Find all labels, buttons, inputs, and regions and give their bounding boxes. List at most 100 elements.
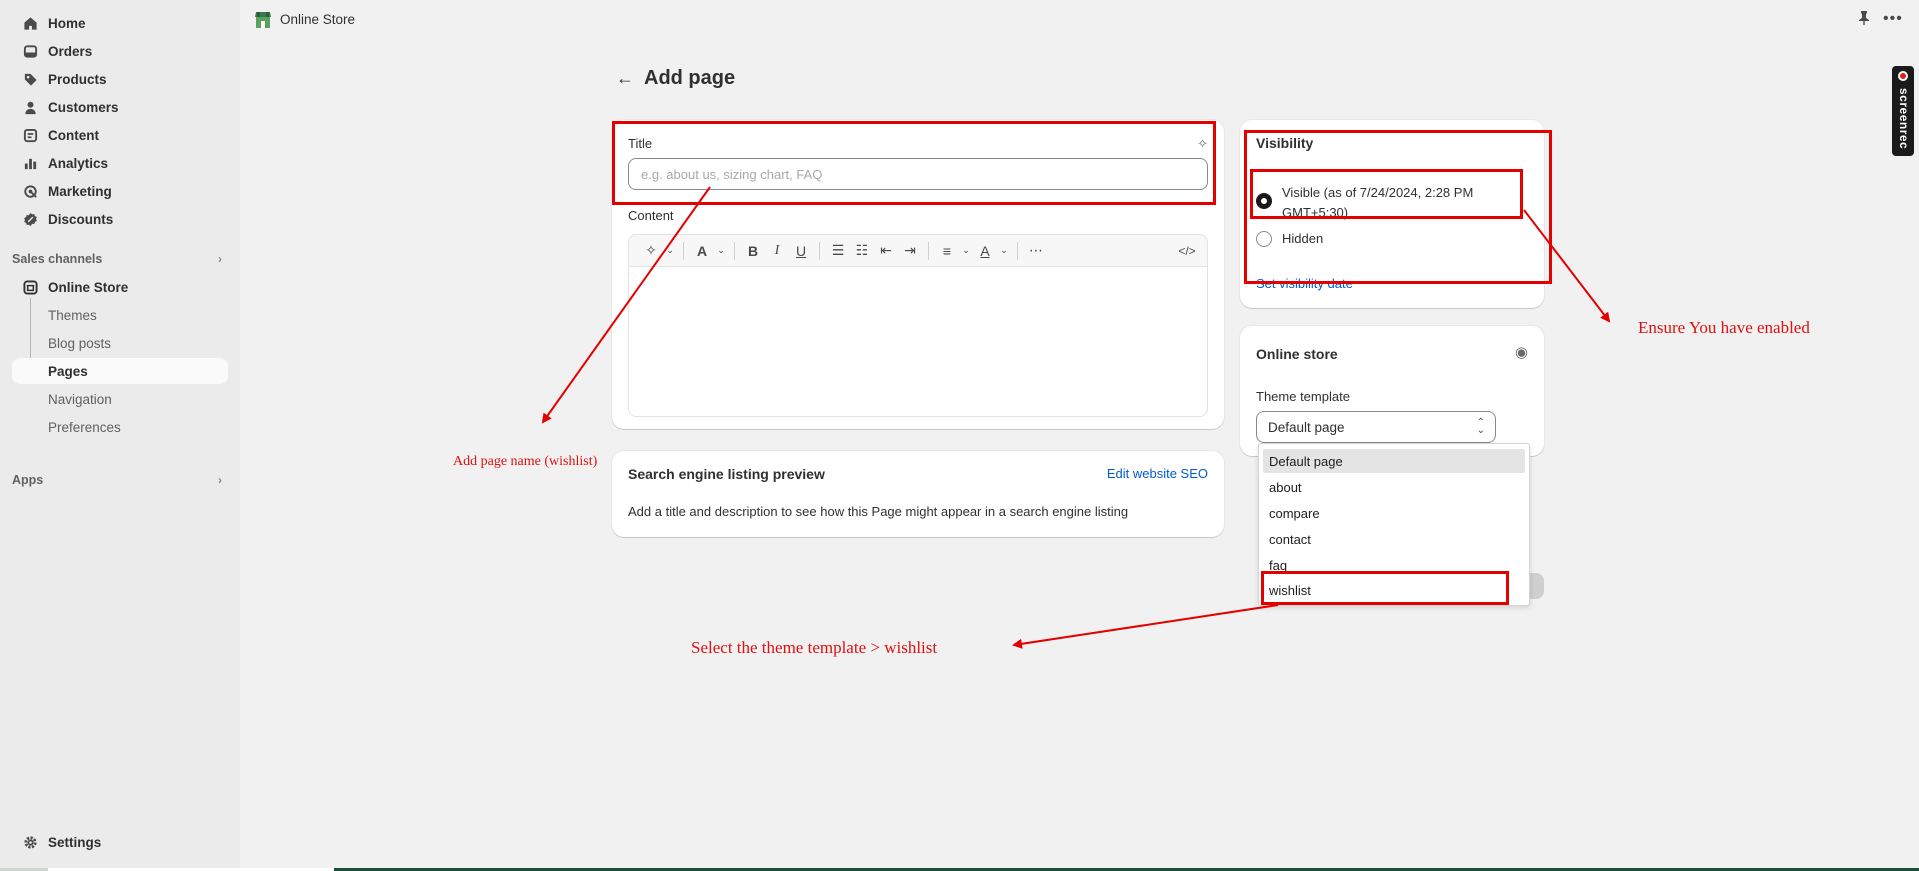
content-icon — [12, 128, 48, 143]
sidebar-item-online-store[interactable]: Online Store — [12, 274, 228, 300]
annotation-page-name: Add page name (wishlist) — [453, 454, 598, 469]
outdent-icon[interactable]: ⇤ — [874, 242, 898, 259]
more-horizontal-icon[interactable]: ⋯ — [1024, 242, 1048, 259]
online-store-logo-icon — [255, 12, 271, 28]
sidebar-sub-themes[interactable]: Themes — [12, 302, 228, 328]
topbar: Online Store ••• — [240, 0, 1919, 40]
sparkle-icon[interactable]: ✧ — [1197, 136, 1208, 152]
sidebar-item-label: Marketing — [48, 183, 112, 199]
hidden-radio[interactable] — [1256, 231, 1272, 247]
content-label: Content — [628, 208, 674, 223]
sidebar-sub-navigation[interactable]: Navigation — [12, 386, 228, 412]
sidebar-item-label: Online Store — [48, 279, 129, 295]
visibility-heading: Visibility — [1256, 135, 1314, 151]
theme-template-select[interactable]: Default page ⌃ ⌄ — [1256, 411, 1496, 443]
discount-icon — [12, 212, 48, 227]
target-icon — [12, 184, 48, 199]
visible-label-line2: GMT+5:30) — [1282, 205, 1349, 220]
sidebar-item-marketing[interactable]: Marketing — [12, 178, 228, 204]
sidebar-item-label: Settings — [48, 834, 102, 850]
page-title: Add page — [644, 67, 736, 89]
editor-toolbar: ✧ ⌄ A ⌄ B I U ☰ ☷ ⇤ ⇥ ≡ ⌄ A ⌄ ⋯ </> — [628, 234, 1208, 267]
theme-template-value: Default page — [1268, 419, 1345, 435]
sidebar-item-analytics[interactable]: Analytics — [12, 150, 228, 176]
sidebar-item-discounts[interactable]: Discounts — [12, 206, 228, 232]
sidebar-item-customers[interactable]: Customers — [12, 94, 228, 120]
screenrec-text: screenrec — [1897, 88, 1911, 150]
theme-template-dropdown: Default page about compare contact faq w… — [1258, 443, 1530, 606]
divider — [928, 241, 929, 260]
text-color-icon[interactable]: A — [973, 243, 997, 259]
apps-label: Apps — [12, 473, 44, 487]
indent-icon[interactable]: ⇥ — [898, 242, 922, 259]
chevron-down-icon[interactable]: ⌄ — [663, 245, 677, 256]
divider — [819, 241, 820, 260]
screenrec-watermark: screenrec — [1892, 66, 1914, 156]
annotation-template: Select the theme template > wishlist — [691, 638, 938, 657]
annotation-enabled: Ensure You have enabled — [1638, 318, 1810, 337]
visible-label: Visible (as of 7/24/2024, 2:28 PM GMT+5:… — [1282, 183, 1473, 223]
orders-icon — [12, 44, 48, 59]
magic-icon[interactable]: ✧ — [639, 242, 663, 259]
bold-icon[interactable]: B — [741, 243, 765, 259]
title-content-card: Title ✧ Content ✧ ⌄ A ⌄ B I U ☰ ☷ ⇤ ⇥ ≡ … — [612, 120, 1224, 429]
sidebar-item-label: Content — [48, 127, 99, 143]
sidebar-item-content[interactable]: Content — [12, 122, 228, 148]
seo-heading: Search engine listing preview — [628, 466, 825, 482]
select-arrows-icon: ⌃ ⌄ — [1476, 417, 1485, 436]
bullet-list-icon[interactable]: ☰ — [826, 242, 850, 259]
chevron-right-icon: › — [218, 473, 222, 487]
font-style-icon[interactable]: A — [690, 243, 714, 259]
sidebar-item-label: Customers — [48, 99, 119, 115]
apps-header[interactable]: Apps › — [12, 473, 228, 487]
numbered-list-icon[interactable]: ☷ — [850, 242, 874, 259]
gear-icon — [12, 835, 48, 850]
home-icon — [12, 16, 48, 31]
pin-icon[interactable] — [1858, 11, 1870, 28]
chevron-down-icon[interactable]: ⌄ — [997, 245, 1011, 256]
sidebar-item-home[interactable]: Home — [12, 10, 228, 36]
sidebar-sub-blog-posts[interactable]: Blog posts — [12, 330, 228, 356]
option-faq[interactable]: faq — [1263, 553, 1525, 577]
sidebar-sub-preferences[interactable]: Preferences — [12, 414, 228, 440]
title-input[interactable] — [628, 158, 1208, 190]
align-left-icon[interactable]: ≡ — [935, 243, 959, 259]
sidebar-item-label: Analytics — [48, 155, 109, 171]
theme-template-label: Theme template — [1256, 389, 1350, 404]
sidebar-sub-pages[interactable]: Pages — [12, 358, 228, 384]
sidebar-item-settings[interactable]: Settings — [12, 829, 228, 855]
seo-card: Search engine listing preview Edit websi… — [612, 451, 1224, 537]
visible-label-line1: Visible (as of 7/24/2024, 2:28 PM — [1282, 185, 1474, 200]
sales-channels-header[interactable]: Sales channels › — [12, 252, 228, 266]
seo-description: Add a title and description to see how t… — [628, 504, 1129, 519]
edit-website-seo-link[interactable]: Edit website SEO — [1107, 466, 1208, 481]
option-default-page[interactable]: Default page — [1263, 449, 1525, 473]
divider — [734, 241, 735, 260]
sidebar-item-label: Orders — [48, 43, 93, 59]
visibility-card: Visibility Visible (as of 7/24/2024, 2:2… — [1240, 120, 1544, 308]
content-editor[interactable] — [628, 267, 1208, 417]
sidebar: Home Orders Products Customers Content A… — [0, 0, 240, 871]
sidebar-item-products[interactable]: Products — [12, 66, 228, 92]
visible-radio[interactable] — [1256, 193, 1272, 209]
person-icon — [12, 100, 48, 115]
sidebar-item-label: Discounts — [48, 211, 114, 227]
option-contact[interactable]: contact — [1263, 527, 1525, 551]
italic-icon[interactable]: I — [765, 243, 789, 259]
back-arrow-icon[interactable]: ← — [616, 68, 634, 89]
chevron-down-icon[interactable]: ⌄ — [959, 245, 973, 256]
chevron-right-icon: › — [218, 252, 222, 266]
option-about[interactable]: about — [1263, 475, 1525, 499]
option-wishlist[interactable]: wishlist — [1263, 578, 1525, 602]
underline-icon[interactable]: U — [789, 243, 813, 259]
sidebar-item-orders[interactable]: Orders — [12, 38, 228, 64]
sidebar-item-label: Home — [48, 15, 86, 31]
option-compare[interactable]: compare — [1263, 501, 1525, 525]
chevron-down-icon[interactable]: ⌄ — [714, 245, 728, 256]
online-store-heading: Online store — [1256, 346, 1338, 362]
code-icon[interactable]: </> — [1175, 244, 1199, 258]
topbar-title: Online Store — [280, 12, 356, 27]
eye-icon[interactable]: ◉ — [1515, 343, 1528, 361]
more-options-icon[interactable]: ••• — [1883, 10, 1903, 28]
set-visibility-date-link[interactable]: Set visibility date — [1256, 276, 1353, 291]
